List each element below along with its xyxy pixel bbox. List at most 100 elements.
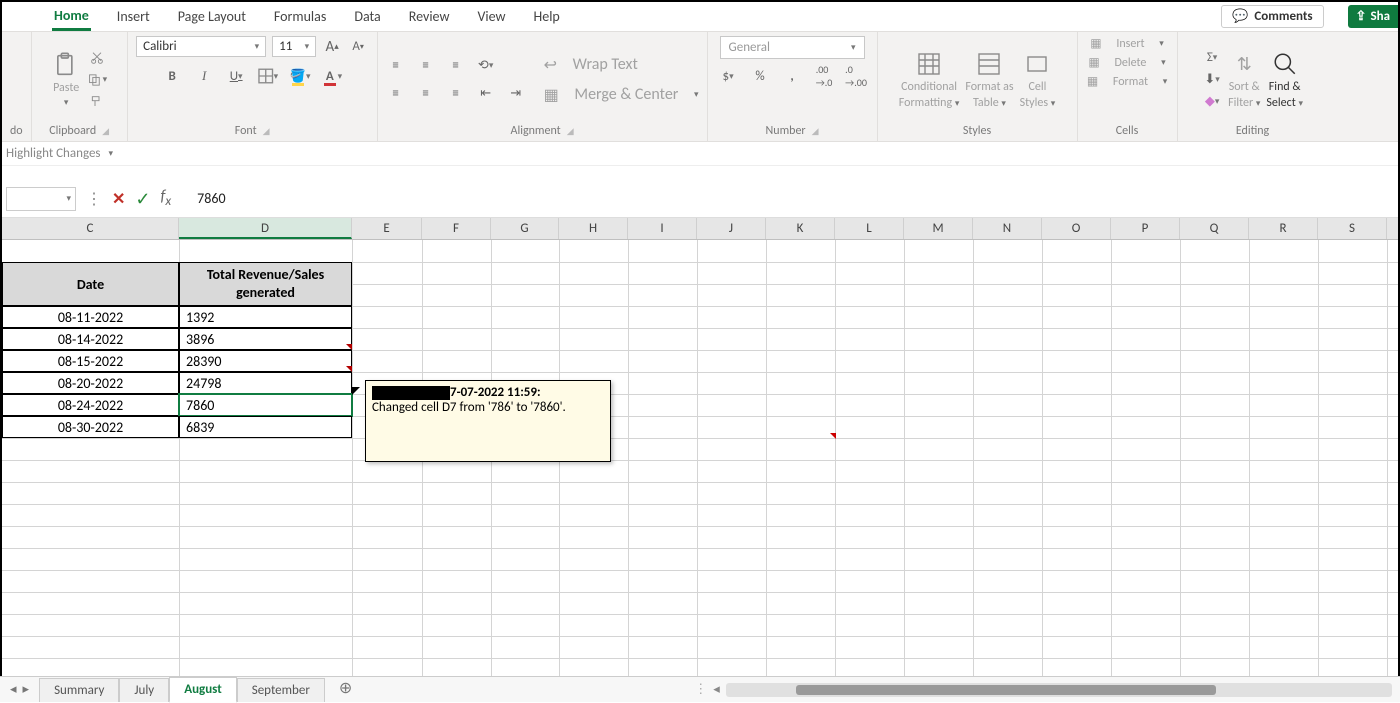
column-header-G[interactable]: G	[491, 218, 559, 239]
confirm-edit-button[interactable]: ✓	[135, 188, 150, 210]
tab-data[interactable]: Data	[352, 4, 382, 29]
align-right-button[interactable]: ≡	[446, 85, 466, 103]
column-header-L[interactable]: L	[835, 218, 904, 239]
autosum-button[interactable]: Σ ▾	[1202, 49, 1222, 67]
sheet-tab-july[interactable]: July	[119, 678, 169, 702]
find-select-button[interactable]: Find & Select ▾	[1266, 50, 1303, 110]
tab-help[interactable]: Help	[532, 4, 562, 29]
dialog-launcher-icon[interactable]: ◢	[102, 126, 109, 137]
orientation-button[interactable]: ⟲▾	[476, 57, 496, 75]
column-header-D[interactable]: D	[179, 218, 352, 239]
merge-center-button[interactable]: ▦ Merge & Center ▾	[544, 85, 699, 105]
tab-formulas[interactable]: Formulas	[272, 4, 328, 29]
cell-value[interactable]: 28390	[179, 350, 352, 372]
column-header-M[interactable]: M	[904, 218, 973, 239]
cell-date[interactable]: 08-30-2022	[2, 416, 179, 438]
font-size-select[interactable]: 11▾	[272, 36, 316, 57]
conditional-formatting-button[interactable]: Conditional Formatting ▾	[899, 50, 960, 110]
hscroll-split-icon[interactable]: ⋮	[694, 682, 707, 697]
number-format-select[interactable]: General▾	[720, 36, 865, 59]
cancel-edit-button[interactable]: ✕	[112, 189, 125, 209]
column-header-E[interactable]: E	[352, 218, 422, 239]
align-left-button[interactable]: ≡	[386, 85, 406, 103]
align-bottom-button[interactable]: ≡	[446, 57, 466, 75]
font-color-button[interactable]: A▾	[322, 67, 342, 85]
dialog-launcher-icon[interactable]: ◢	[263, 126, 270, 137]
header-date[interactable]: Date	[2, 262, 179, 306]
highlight-changes-button[interactable]: Highlight Changes	[6, 146, 101, 161]
spreadsheet-grid[interactable]: CDEFGHIJKLMNOPQRS DateTotal Revenue/Sale…	[2, 218, 1398, 676]
tab-home[interactable]: Home	[52, 3, 91, 31]
underline-button[interactable]: U ▾	[226, 67, 246, 85]
hscroll-left-icon[interactable]: ◂	[713, 682, 720, 697]
formula-input[interactable]: 7860	[189, 190, 1394, 207]
cell-value[interactable]: 1392	[179, 306, 352, 328]
column-header-O[interactable]: O	[1042, 218, 1111, 239]
tab-review[interactable]: Review	[407, 4, 452, 29]
fx-menu-icon[interactable]: ⋮	[86, 189, 102, 209]
increase-font-button[interactable]: A▴	[322, 38, 342, 56]
tab-page-layout[interactable]: Page Layout	[176, 4, 248, 29]
column-header-K[interactable]: K	[766, 218, 835, 239]
qat-dropdown-icon[interactable]: ▾	[109, 148, 114, 159]
share-button[interactable]: ⇪ Sha	[1348, 5, 1398, 28]
format-as-table-button[interactable]: Format as Table ▾	[965, 50, 1013, 110]
cell-value[interactable]: 24798	[179, 372, 352, 394]
italic-button[interactable]: I	[194, 67, 214, 85]
sheet-nav-prev-icon[interactable]: ◂	[10, 682, 17, 697]
tab-view[interactable]: View	[475, 4, 507, 29]
cell-date[interactable]: 08-14-2022	[2, 328, 179, 350]
clear-button[interactable]: ◆ ▾	[1202, 93, 1222, 111]
increase-decimal-button[interactable]: .00→.0	[814, 67, 834, 85]
cut-button[interactable]	[87, 49, 107, 67]
dialog-launcher-icon[interactable]: ◢	[567, 126, 574, 137]
fx-icon[interactable]: fx	[161, 187, 180, 209]
header-revenue[interactable]: Total Revenue/Sales generated	[179, 262, 352, 306]
comments-button[interactable]: 💬 Comments	[1221, 5, 1323, 28]
comma-button[interactable]: ,	[782, 67, 802, 85]
wrap-text-button[interactable]: ↩ Wrap Text	[544, 55, 699, 75]
format-cells-button[interactable]: ▦ Format ▾	[1087, 74, 1167, 89]
cell-date[interactable]: 08-24-2022	[2, 394, 179, 416]
tab-insert[interactable]: Insert	[115, 4, 152, 29]
cell-date[interactable]: 08-11-2022	[2, 306, 179, 328]
column-header-F[interactable]: F	[422, 218, 491, 239]
horizontal-scrollbar[interactable]	[726, 683, 1392, 697]
column-header-H[interactable]: H	[559, 218, 628, 239]
cell-date[interactable]: 08-15-2022	[2, 350, 179, 372]
fill-button[interactable]: ⬇ ▾	[1202, 71, 1222, 89]
sheet-tab-august[interactable]: August	[169, 677, 237, 703]
cell-styles-button[interactable]: Cell Styles ▾	[1020, 50, 1056, 110]
cell-value[interactable]: 6839	[179, 416, 352, 438]
format-painter-button[interactable]	[87, 93, 107, 111]
percent-button[interactable]: %	[750, 67, 770, 85]
paste-button[interactable]: Paste ▾	[51, 51, 81, 108]
cell-value[interactable]: 3896	[179, 328, 352, 350]
cell-date[interactable]: 08-20-2022	[2, 372, 179, 394]
dialog-launcher-icon[interactable]: ◢	[812, 126, 819, 137]
decrease-font-button[interactable]: A▾	[348, 38, 368, 56]
align-top-button[interactable]: ≡	[386, 57, 406, 75]
active-cell[interactable]: 7860	[179, 394, 352, 416]
increase-indent-button[interactable]: ⇥	[506, 85, 526, 103]
font-name-select[interactable]: Calibri▾	[136, 36, 266, 57]
fill-color-button[interactable]: 🪣▾	[290, 67, 310, 85]
column-headers[interactable]: CDEFGHIJKLMNOPQRS	[2, 218, 1398, 240]
decrease-decimal-button[interactable]: .0→.00	[846, 67, 866, 85]
sort-filter-button[interactable]: ⇅ Sort & Filter ▾	[1228, 50, 1260, 110]
column-header-C[interactable]: C	[2, 218, 179, 239]
align-middle-button[interactable]: ≡	[416, 57, 436, 75]
column-header-S[interactable]: S	[1318, 218, 1387, 239]
border-button[interactable]: ▾	[258, 67, 278, 85]
column-header-J[interactable]: J	[697, 218, 766, 239]
insert-cells-button[interactable]: ▦ Insert ▾	[1090, 36, 1164, 51]
column-header-Q[interactable]: Q	[1180, 218, 1249, 239]
add-sheet-button[interactable]: ⊕	[325, 674, 366, 702]
delete-cells-button[interactable]: ▦ Delete ▾	[1088, 55, 1165, 70]
column-header-R[interactable]: R	[1249, 218, 1318, 239]
copy-button[interactable]: ▾	[87, 71, 107, 89]
column-header-I[interactable]: I	[628, 218, 697, 239]
accounting-format-button[interactable]: $▾	[718, 67, 738, 85]
decrease-indent-button[interactable]: ⇤	[476, 85, 496, 103]
sheet-nav-next-icon[interactable]: ▸	[23, 682, 30, 697]
